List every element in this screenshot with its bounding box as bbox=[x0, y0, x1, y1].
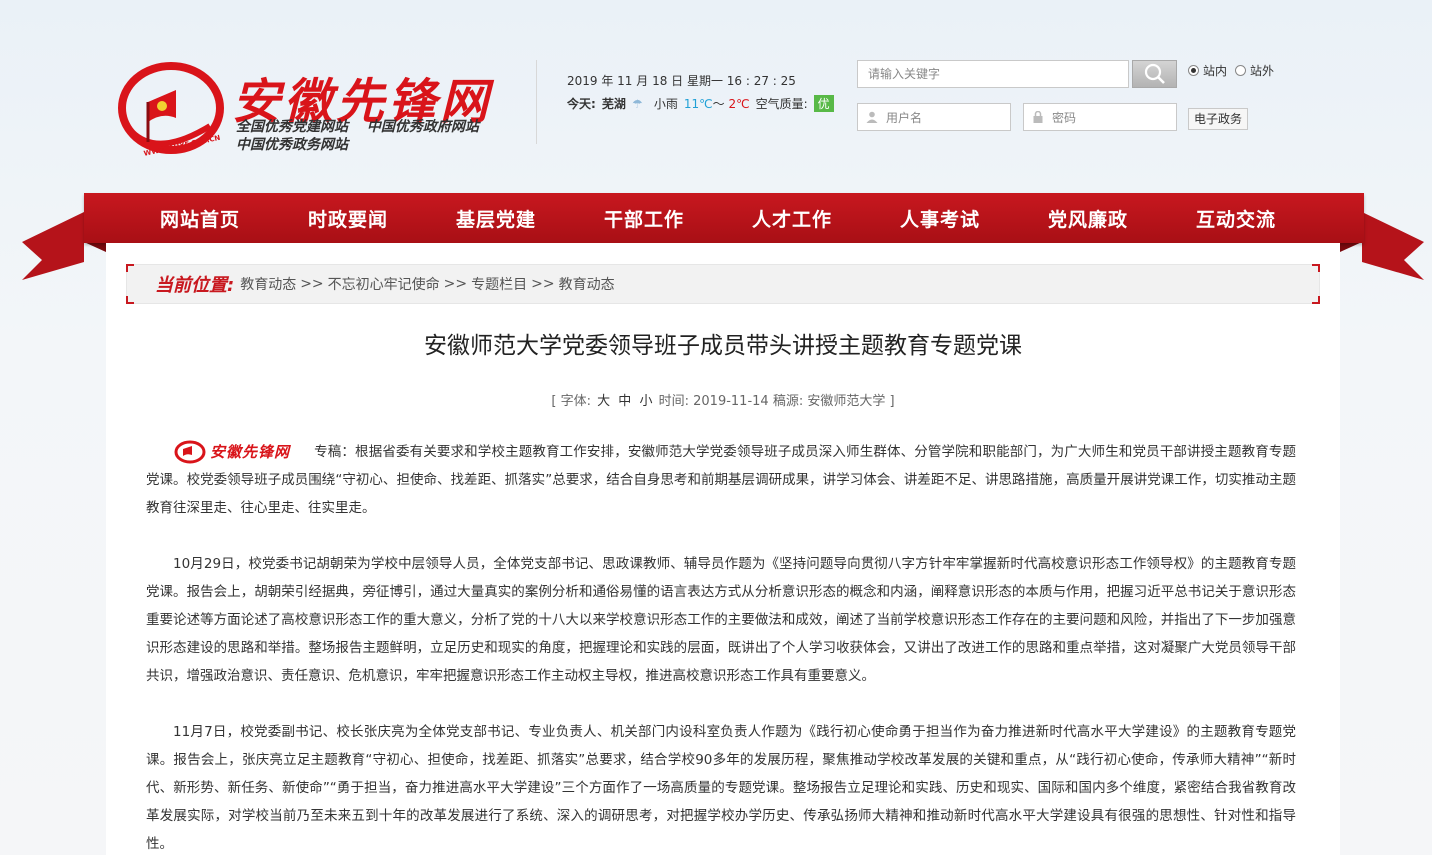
password-field[interactable]: 密码 bbox=[1023, 103, 1177, 131]
nav-item-news[interactable]: 时政要闻 bbox=[274, 205, 422, 232]
weather-temp-low: 11℃ bbox=[683, 97, 713, 111]
article-source: 安徽师范大学 bbox=[807, 394, 886, 409]
lock-icon bbox=[1033, 111, 1043, 123]
weather-widget: 今天: 芜湖 ☂ 小雨 11℃～ 2℃ 空气质量: 优 bbox=[567, 95, 834, 112]
weather-condition: 小雨 bbox=[653, 97, 678, 111]
weather-label: 今天: bbox=[567, 97, 596, 111]
subtitle-2: 中国优秀政府网站 bbox=[366, 119, 479, 135]
article-paragraph: 11月7日，校党委副书记、校长张庆亮为全体党支部书记、专业负责人、机关部门内设科… bbox=[146, 724, 1296, 852]
breadcrumb-separator: >> bbox=[443, 276, 468, 292]
radio-unchecked-icon bbox=[1235, 65, 1247, 76]
search-icon bbox=[1144, 63, 1165, 84]
header-divider bbox=[536, 60, 537, 144]
article-body: 安徽先锋网 专稿：根据省委有关要求和学校主题教育工作安排，安徽师范大学党委领导班… bbox=[146, 438, 1296, 855]
nav-item-home[interactable]: 网站首页 bbox=[126, 205, 274, 232]
subtitle-1: 全国优秀党建网站 bbox=[236, 119, 348, 135]
current-datetime: 2019 年 11 月 18 日 星期一 16 : 27 : 25 bbox=[567, 74, 796, 88]
site-subtitles: 全国优秀党建网站 中国优秀政府网站 中国优秀政务网站 bbox=[236, 118, 516, 154]
scope-radio-external[interactable]: 站外 bbox=[1235, 62, 1274, 79]
site-logo-small-icon bbox=[174, 440, 206, 464]
search-button[interactable] bbox=[1132, 60, 1177, 88]
site-header: WWW.AHXF.GOV.CN 安徽先锋网 全国优秀党建网站 中国优秀政府网站 … bbox=[0, 0, 1432, 190]
main-nav: 网站首页 时政要闻 基层党建 干部工作 人才工作 人事考试 党风廉政 互动交流 bbox=[84, 193, 1364, 243]
breadcrumb-separator: >> bbox=[300, 276, 324, 292]
weather-temp-high: 2℃ bbox=[728, 97, 750, 111]
nav-item-party-building[interactable]: 基层党建 bbox=[422, 205, 570, 232]
font-size-small-button[interactable]: 小 bbox=[639, 394, 652, 409]
article-paragraph: 安徽先锋网 专稿：根据省委有关要求和学校主题教育工作安排，安徽师范大学党委领导班… bbox=[146, 438, 1296, 522]
font-size-medium-button[interactable]: 中 bbox=[618, 394, 631, 409]
user-icon bbox=[866, 111, 878, 123]
article-date: 2019-11-14 bbox=[693, 394, 769, 409]
search-scope: 站内 站外 bbox=[1188, 62, 1274, 79]
article-title: 安徽师范大学党委领导班子成员带头讲授主题教育专题党课 bbox=[424, 333, 1022, 359]
nav-item-interaction[interactable]: 互动交流 bbox=[1162, 205, 1310, 232]
egov-button[interactable]: 电子政务 bbox=[1188, 108, 1249, 130]
article-paragraph: 10月29日，校党委书记胡朝荣为学校中层领导人员，全体党支部书记、思政课教师、辅… bbox=[146, 556, 1296, 684]
font-size-large-button[interactable]: 大 bbox=[597, 394, 610, 409]
breadcrumb-item[interactable]: 不忘初心牢记使命 bbox=[328, 274, 440, 294]
nav-item-talent-work[interactable]: 人才工作 bbox=[718, 205, 866, 232]
scope-radio-internal[interactable]: 站内 bbox=[1188, 62, 1227, 79]
subtitle-3: 中国优秀政务网站 bbox=[236, 137, 348, 153]
breadcrumb-item[interactable]: 教育动态 bbox=[559, 274, 615, 294]
weather-city: 芜湖 bbox=[601, 97, 626, 111]
site-logo-emblem-icon[interactable]: WWW.AHXF.GOV.CN bbox=[118, 62, 224, 158]
aqi-badge: 优 bbox=[813, 95, 834, 112]
breadcrumb: 当前位置: 教育动态 >> 不忘初心牢记使命 >> 专题栏目 >> 教育动态 bbox=[126, 264, 1320, 304]
nav-item-cadre-work[interactable]: 干部工作 bbox=[570, 205, 718, 232]
breadcrumb-title: 当前位置: bbox=[155, 275, 235, 296]
breadcrumb-item[interactable]: 教育动态 bbox=[240, 274, 296, 294]
inline-site-logo: 安徽先锋网 bbox=[174, 438, 314, 466]
breadcrumb-separator: >> bbox=[531, 276, 555, 292]
search-input[interactable]: 请输入关键字 bbox=[857, 60, 1129, 88]
article-meta: [ 字体: 大 中 小 时间: 2019-11-14 稿源: 安徽师范大学 ] bbox=[551, 394, 895, 409]
username-field[interactable]: 用户名 bbox=[857, 103, 1011, 131]
rain-cloud-icon: ☂ bbox=[631, 96, 643, 111]
aqi-label: 空气质量: bbox=[755, 97, 808, 111]
nav-item-personnel-exam[interactable]: 人事考试 bbox=[866, 205, 1014, 232]
nav-item-integrity[interactable]: 党风廉政 bbox=[1014, 205, 1162, 232]
weather-temp-separator: ～ bbox=[712, 97, 725, 111]
breadcrumb-item[interactable]: 专题栏目 bbox=[471, 274, 527, 294]
radio-checked-icon bbox=[1188, 65, 1199, 76]
